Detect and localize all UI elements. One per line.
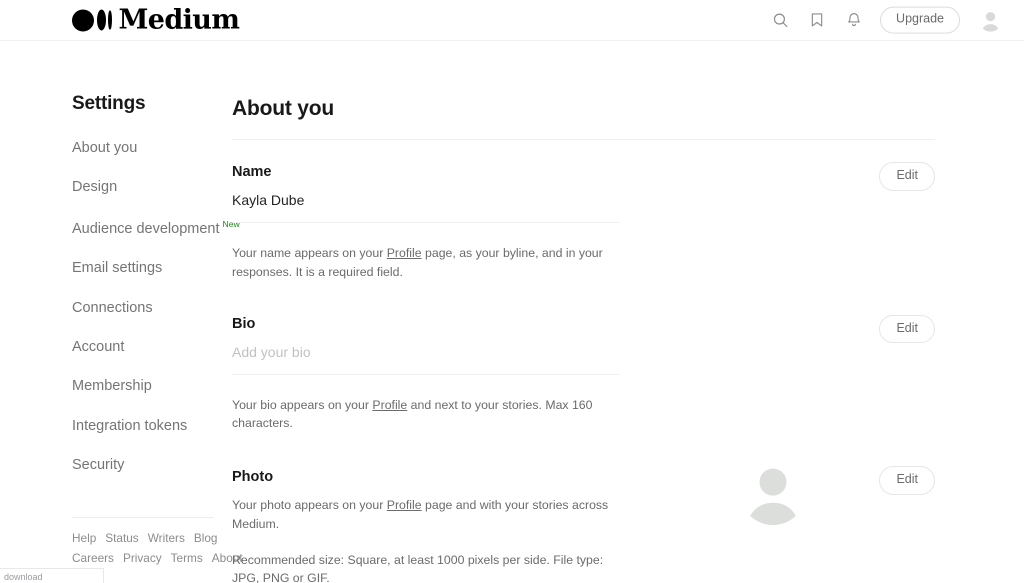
section-heading: Bio — [232, 316, 935, 332]
sidebar-item-label: Email settings — [72, 260, 162, 276]
sidebar-item-email-settings[interactable]: Email settings — [72, 261, 232, 277]
photo-requirements-text: Recommended size: Square, at least 1000 … — [232, 551, 622, 583]
help-prefix: Your name appears on your — [232, 246, 387, 260]
sidebar-item-label: Audience development — [72, 221, 220, 237]
search-icon[interactable] — [769, 9, 791, 31]
profile-link[interactable]: Profile — [387, 498, 422, 512]
sidebar-item-label: Design — [72, 179, 117, 195]
app-header: Medium Upgrade — [0, 0, 1024, 41]
sidebar-item-label: Connections — [72, 300, 153, 316]
sidebar-item-security[interactable]: Security — [72, 458, 232, 474]
site-footer: Help Status Writers Blog Careers Privacy… — [72, 531, 232, 566]
download-filename: download — [4, 573, 43, 582]
bell-icon[interactable] — [843, 9, 865, 31]
sidebar-item-label: Integration tokens — [72, 418, 187, 434]
settings-main: About you Edit Name Kayla Dube Your name… — [232, 93, 1024, 583]
footer-row-1: Help Status Writers Blog — [72, 531, 232, 546]
header-actions: Upgrade — [769, 7, 1002, 34]
section-heading: Name — [232, 164, 935, 180]
name-help-text: Your name appears on your Profile page, … — [232, 244, 622, 281]
profile-photo-preview[interactable] — [740, 459, 806, 525]
footer-link-privacy[interactable]: Privacy — [123, 551, 162, 566]
avatar[interactable] — [979, 9, 1002, 32]
footer-link-terms[interactable]: Terms — [171, 551, 203, 566]
upgrade-button[interactable]: Upgrade — [880, 7, 960, 34]
photo-help-text: Your photo appears on your Profile page … — [232, 496, 622, 533]
sidebar-item-connections[interactable]: Connections — [72, 301, 232, 317]
user-silhouette-icon — [979, 9, 1002, 32]
sidebar-title: Settings — [72, 93, 232, 115]
sidebar-item-label: Account — [72, 339, 124, 355]
section-photo: Edit Photo Your photo appears on your Pr… — [232, 433, 935, 583]
sidebar-item-about-you[interactable]: About you — [72, 141, 232, 157]
page-title: About you — [232, 97, 935, 121]
medium-logomark-icon — [72, 9, 112, 31]
download-bar[interactable]: download — [0, 568, 104, 583]
profile-link[interactable]: Profile — [387, 246, 422, 260]
sidebar-item-label: Security — [72, 457, 124, 473]
edit-name-button[interactable]: Edit — [879, 162, 935, 191]
footer-link-help[interactable]: Help — [72, 531, 96, 546]
section-name: Edit Name Kayla Dube Your name appears o… — [232, 140, 935, 282]
help-prefix: Your photo appears on your — [232, 498, 387, 512]
bio-field-value[interactable]: Add your bio — [232, 343, 620, 375]
footer-link-status[interactable]: Status — [105, 531, 138, 546]
edit-photo-button[interactable]: Edit — [879, 466, 935, 495]
sidebar-item-label: Membership — [72, 378, 152, 394]
sidebar-item-design[interactable]: Design — [72, 180, 232, 196]
edit-bio-button[interactable]: Edit — [879, 315, 935, 344]
settings-sidebar: Settings About you Design Audience devel… — [0, 93, 232, 583]
page-body: Settings About you Design Audience devel… — [0, 41, 1024, 583]
footer-link-writers[interactable]: Writers — [148, 531, 185, 546]
user-silhouette-icon — [740, 459, 806, 525]
bookmark-icon[interactable] — [806, 9, 828, 31]
footer-divider — [72, 517, 214, 518]
medium-wordmark: Medium — [119, 7, 240, 34]
section-heading: Photo — [232, 469, 935, 485]
footer-row-2: Careers Privacy Terms About — [72, 551, 232, 566]
sidebar-item-account[interactable]: Account — [72, 340, 232, 356]
sidebar-item-membership[interactable]: Membership — [72, 379, 232, 395]
name-field-value[interactable]: Kayla Dube — [232, 191, 620, 223]
help-prefix: Your bio appears on your — [232, 398, 372, 412]
sidebar-item-label: About you — [72, 140, 137, 156]
footer-link-careers[interactable]: Careers — [72, 551, 114, 566]
medium-logo[interactable]: Medium — [72, 7, 239, 34]
sidebar-item-integration-tokens[interactable]: Integration tokens — [72, 419, 232, 435]
profile-link[interactable]: Profile — [372, 398, 407, 412]
sidebar-item-audience-development[interactable]: Audience developmentNew — [72, 220, 232, 238]
bio-help-text: Your bio appears on your Profile and nex… — [232, 396, 622, 433]
section-bio: Edit Bio Add your bio Your bio appears o… — [232, 282, 935, 434]
footer-link-blog[interactable]: Blog — [194, 531, 218, 546]
